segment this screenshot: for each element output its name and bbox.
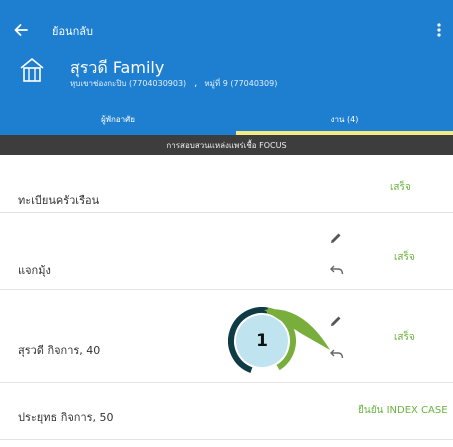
family-village: หมู่ที่ 9 (77040309) <box>204 79 278 88</box>
tab-members[interactable]: ผู้พักอาศัย <box>0 104 236 135</box>
arrow-left-icon <box>14 24 28 36</box>
list-item[interactable]: ประยุทธ กิจการ, 50 ยืนยัน INDEX CASE <box>0 383 453 440</box>
back-label[interactable]: ย้อนกลับ <box>52 22 93 40</box>
task-status: เสร็จ <box>390 182 411 193</box>
task-name: แจกมุ้ง <box>18 264 51 277</box>
callout-number: 1 <box>256 331 268 351</box>
task-status: เสร็จ <box>394 252 415 263</box>
family-address: หุบเขาช่องกะปิบ (7704030903) <box>70 79 187 88</box>
more-vert-icon <box>437 23 441 37</box>
overflow-menu-button[interactable] <box>431 18 447 42</box>
family-separator: , <box>194 78 198 89</box>
pencil-icon[interactable] <box>329 231 343 245</box>
list-item[interactable]: สุรวดี กิจการ, 40 เสร็จ <box>0 290 453 383</box>
family-location: หุบเขาช่องกะปิบ (7704030903), หมู่ที่ 9 (… <box>70 77 277 90</box>
house-icon <box>20 57 44 82</box>
list-item[interactable]: ทะเบียนครัวเรือน เสร็จ <box>0 155 453 213</box>
section-header: การสอบสวนแหล่งแพร่เชื้อ FOCUS <box>0 135 453 155</box>
task-name: ทะเบียนครัวเรือน <box>18 194 100 207</box>
back-button[interactable] <box>10 20 32 40</box>
task-status: ยืนยัน INDEX CASE <box>358 405 448 416</box>
task-name: สุรวดี กิจการ, 40 <box>18 344 101 357</box>
task-name: ประยุทธ กิจการ, 50 <box>18 411 114 424</box>
list-item[interactable]: แจกมุ้ง เสร็จ <box>0 213 453 290</box>
task-status: เสร็จ <box>394 332 415 343</box>
undo-icon[interactable] <box>330 263 344 275</box>
app-bar: ย้อนกลับ สุรวดี Family หุบเขาช่องกะปิบ (… <box>0 0 453 135</box>
